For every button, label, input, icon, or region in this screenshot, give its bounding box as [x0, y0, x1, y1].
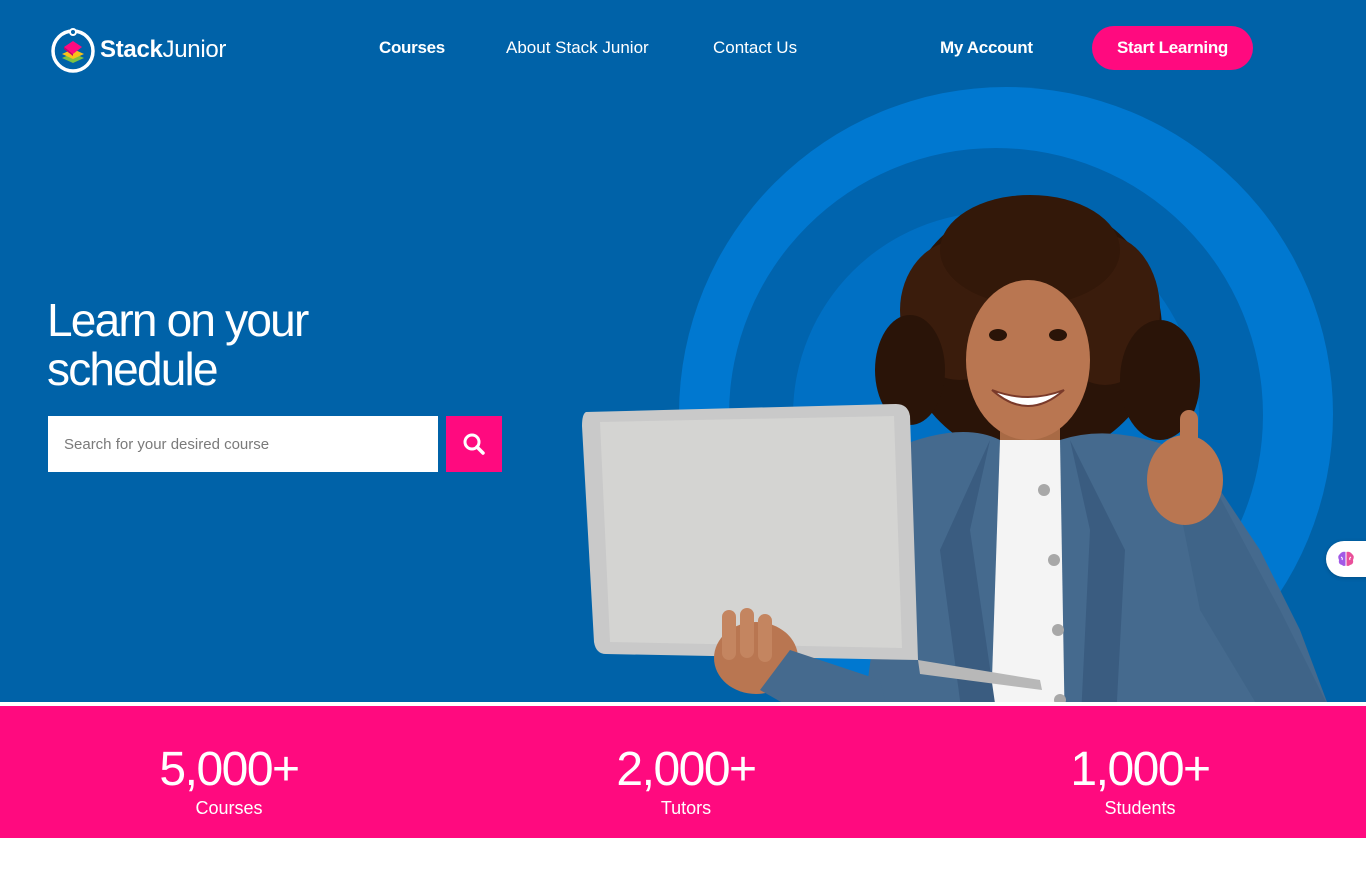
stat-label: Tutors	[660, 798, 712, 818]
brand-name: StackJunior	[100, 36, 227, 63]
nav-courses[interactable]: Courses	[379, 36, 445, 60]
student-with-laptop-image	[582, 195, 1330, 738]
stat-courses: 5,000+ Courses	[89, 742, 369, 818]
stacked-books-logo-icon	[51, 28, 95, 73]
stat-label: Courses	[195, 798, 263, 818]
brain-icon	[1338, 551, 1354, 566]
search-button[interactable]	[446, 416, 502, 472]
nav-my-account[interactable]: My Account	[940, 36, 1033, 60]
start-learning-button[interactable]: Start Learning	[1092, 26, 1253, 70]
stats-band: 5,000+ Courses 2,000+ Tutors 1,000+ Stud…	[0, 706, 1366, 838]
stat-students: 1,000+ Students	[1000, 742, 1280, 818]
nav-contact[interactable]: Contact Us	[713, 36, 797, 60]
brand-logo[interactable]: StackJunior	[50, 26, 226, 74]
stat-tutors: 2,000+ Tutors	[546, 742, 826, 818]
stat-value: 5,000+	[159, 743, 300, 796]
stat-value: 1,000+	[1070, 743, 1211, 796]
nav-about[interactable]: About Stack Junior	[506, 36, 649, 60]
page: StackJunior Courses About Stack Junior C…	[0, 0, 1366, 894]
course-search-input[interactable]	[48, 416, 438, 472]
hero-headline: Learn on your schedule	[47, 294, 309, 395]
floating-assistant-widget[interactable]	[1326, 541, 1366, 577]
search-icon	[463, 433, 485, 455]
stat-label: Students	[1104, 798, 1176, 818]
stat-value: 2,000+	[616, 743, 757, 796]
